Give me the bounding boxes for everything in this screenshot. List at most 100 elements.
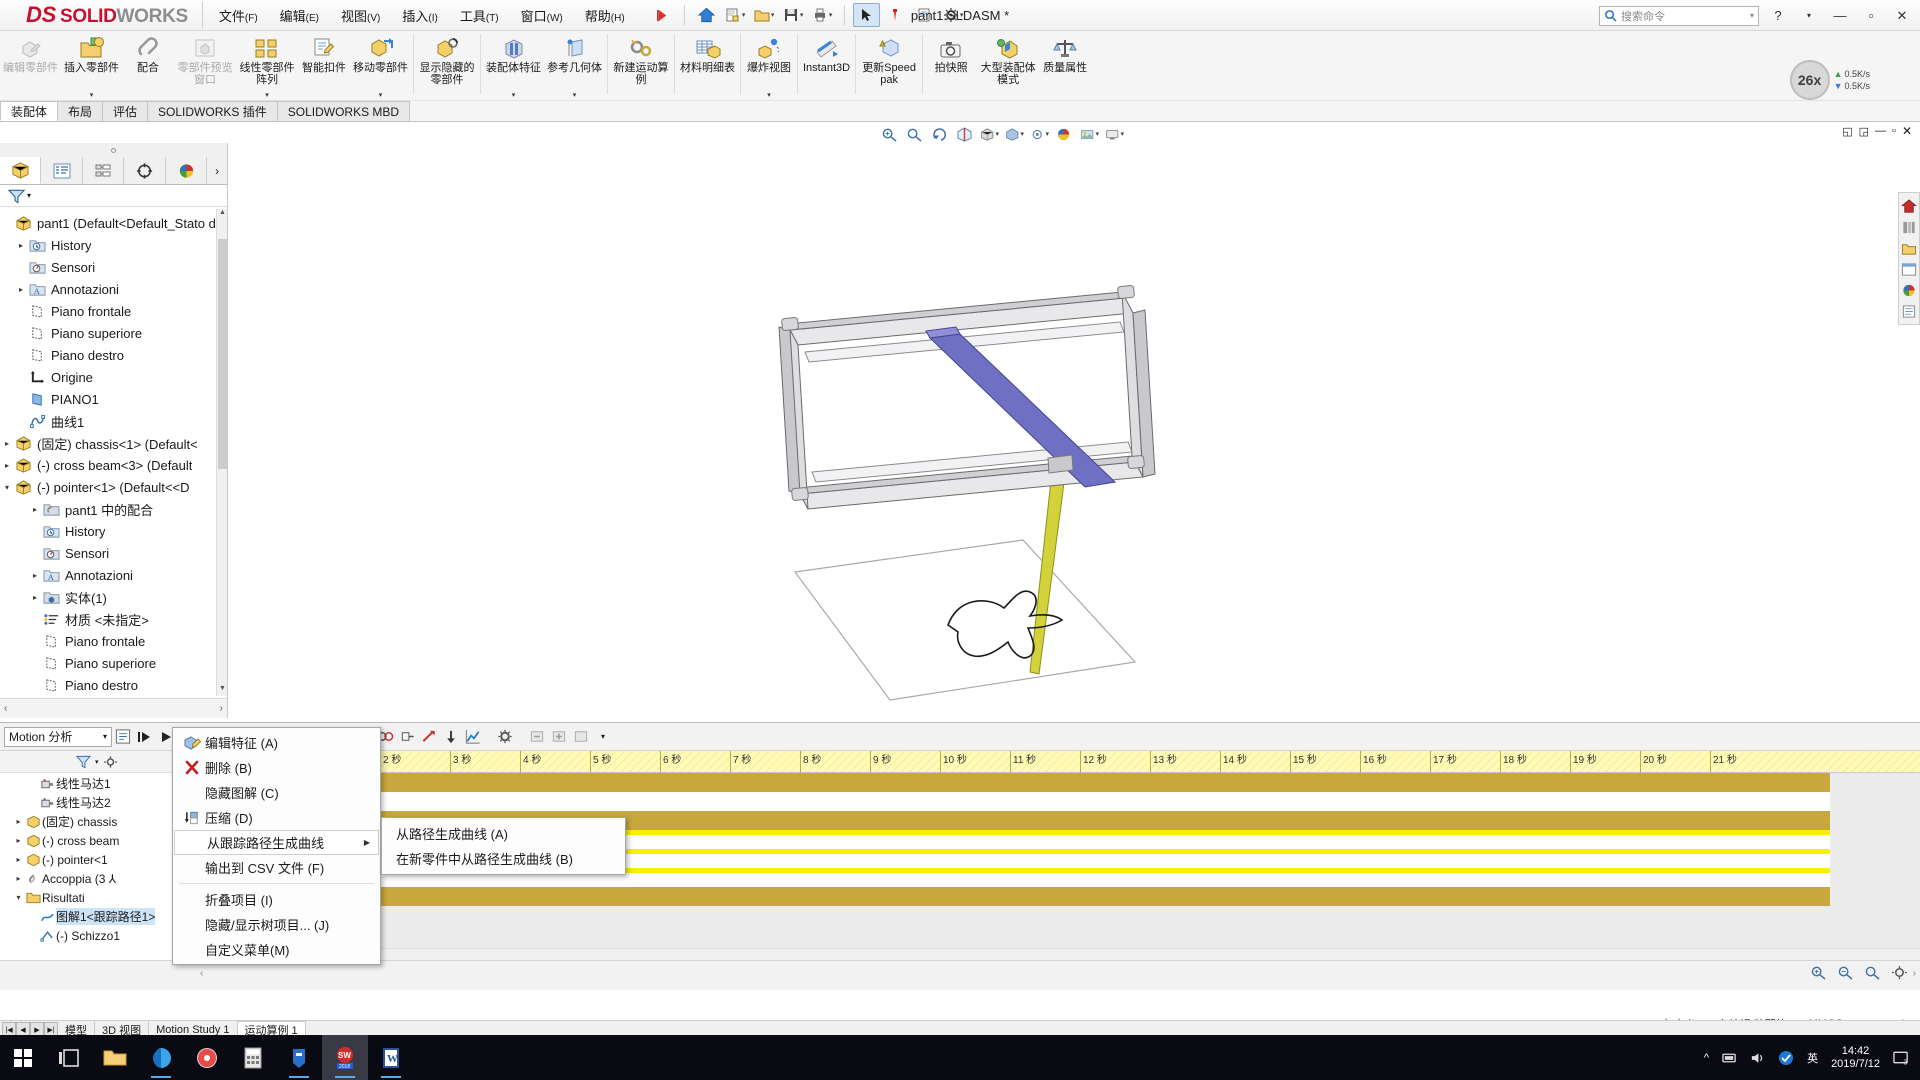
ribbon-mass-properties[interactable]: 质量属性 (1039, 31, 1091, 101)
motion-study-properties-icon[interactable] (494, 726, 516, 748)
media-icon[interactable] (184, 1035, 230, 1080)
expand-icon[interactable] (548, 726, 570, 748)
open-document-icon[interactable]: ▾ (751, 3, 778, 27)
timeline-horizontal-scrollbar[interactable] (240, 948, 1920, 960)
windows-start-icon[interactable] (0, 1035, 46, 1080)
new-home-icon[interactable] (693, 3, 720, 27)
more-tabs-chevron-icon[interactable]: › (207, 157, 227, 184)
scroll-thumb[interactable] (218, 239, 227, 469)
tree-expander[interactable]: ▸ (12, 817, 25, 826)
network-icon[interactable] (1722, 1051, 1737, 1065)
panel-resize-handle[interactable] (0, 143, 227, 157)
context-item-edit-feature[interactable]: 编辑特征 (A) (173, 730, 380, 755)
zoom-out-timeline-icon[interactable] (1837, 965, 1854, 980)
menu-insert[interactable]: 插入(I) (400, 4, 439, 27)
tree-expander[interactable]: ▸ (14, 241, 28, 250)
hscroll-left-icon[interactable]: ‹ (4, 703, 7, 714)
print-icon[interactable]: ▾ (809, 3, 836, 27)
tree-row-piano-destro-2[interactable]: Piano destro (0, 674, 217, 696)
tree-row-curve1[interactable]: 曲线1 (0, 410, 217, 432)
ribbon-move-component[interactable]: 移动零部件 ▾ (350, 31, 411, 101)
select-arrow-icon[interactable] (853, 3, 880, 27)
appearances-icon[interactable] (1899, 280, 1919, 300)
ribbon-mate[interactable]: 配合 (122, 31, 174, 101)
context-item-hide-plot[interactable]: 隐藏图解 (C) (173, 780, 380, 805)
help-dropdown-button[interactable]: ▾ (1797, 4, 1821, 28)
calculator-icon[interactable] (230, 1035, 276, 1080)
context-submenu[interactable]: 从路径生成曲线 (A) 在新零件中从路径生成曲线 (B) (381, 817, 626, 875)
tree-expander[interactable]: ▸ (14, 285, 28, 294)
feature-manager-tab[interactable] (0, 157, 41, 184)
chevron-down-icon[interactable]: ▾ (771, 11, 775, 19)
maximize-button[interactable]: ▫ (1859, 4, 1883, 28)
tree-row-pointer[interactable]: ▾ (-) pointer<1> (Default<<D (0, 476, 217, 498)
tab-assembly[interactable]: 装配体 (0, 101, 58, 121)
ribbon-component-preview[interactable]: 零部件预览窗口 (174, 31, 236, 101)
word-icon[interactable]: W (368, 1035, 414, 1080)
design-library-icon[interactable] (1899, 217, 1919, 237)
close-button[interactable]: ✕ (1890, 4, 1914, 28)
track-mates[interactable] (240, 887, 1830, 906)
context-item-customize-menu[interactable]: 自定义菜单(M) (173, 937, 380, 962)
tree-row-annotazioni[interactable]: ▸ A Annotazioni (0, 278, 217, 300)
ribbon-edit-component[interactable]: 编辑零部件 (0, 31, 61, 101)
ribbon-assembly-feature[interactable]: 装配体特征 ▾ (483, 31, 544, 101)
tree-row-piano-destro[interactable]: Piano destro (0, 344, 217, 366)
tree-row-history-2[interactable]: History (0, 520, 217, 542)
tree-row-annotazioni-2[interactable]: ▸ A Annotazioni (0, 564, 217, 586)
tree-row-sensori-2[interactable]: Sensori (0, 542, 217, 564)
tab-solidworks-mbd[interactable]: SOLIDWORKS MBD (277, 101, 410, 121)
ribbon-update-speedpak[interactable]: ! 更新Speedpak (858, 31, 920, 101)
tree-row-solid-bodies[interactable]: ▸ 实体(1) (0, 586, 217, 608)
menu-help[interactable]: 帮助(H) (583, 4, 627, 27)
context-item-suppress[interactable]: 压缩 (D) (173, 805, 380, 830)
file-explorer-icon[interactable] (92, 1035, 138, 1080)
context-item-collapse-items[interactable]: 折叠项目 (I) (173, 887, 380, 912)
tree-expander[interactable]: ▸ (28, 571, 42, 580)
configuration-manager-tab[interactable] (83, 157, 124, 184)
tree-row-sensori[interactable]: Sensori (0, 256, 217, 278)
show-hidden-icons-chevron[interactable]: ^ (1704, 1052, 1709, 1064)
ribbon-bill-of-materials[interactable]: 材料明细表 (677, 31, 738, 101)
damper-icon[interactable] (396, 726, 418, 748)
ribbon-exploded-view[interactable]: 爆炸视图 ▾ (743, 31, 795, 101)
chevron-down-icon[interactable]: ▾ (103, 732, 107, 741)
search-input[interactable]: 搜索命令 ▾ (1599, 6, 1759, 26)
taskbar-clock[interactable]: 14:42 2019/7/12 (1831, 1045, 1880, 1071)
tree-expander[interactable]: ▾ (12, 893, 25, 902)
rebuild-icon[interactable] (882, 3, 909, 27)
ribbon-reference-geometry[interactable]: 参考几何体 ▾ (544, 31, 605, 101)
minimize-button[interactable]: — (1828, 4, 1852, 28)
ribbon-instant3d[interactable]: Instant3D (800, 31, 853, 101)
tree-expander[interactable]: ▸ (0, 439, 14, 448)
tree-row-piano-frontale[interactable]: Piano frontale (0, 300, 217, 322)
help-button[interactable]: ? (1766, 4, 1790, 28)
context-menu[interactable]: 编辑特征 (A) 删除 (B) 隐藏图解 (C) 压缩 (D) 从跟踪路径生成曲… (172, 727, 381, 965)
force-icon[interactable] (418, 726, 440, 748)
tree-row-piano1[interactable]: PIANO1 (0, 388, 217, 410)
track-motor-1[interactable] (240, 773, 1830, 792)
tree-row-mates-in-pant1[interactable]: ▸ pant1 中的配合 (0, 498, 217, 520)
tree-expander[interactable]: ▸ (12, 874, 25, 883)
ribbon-snapshot[interactable]: 拍快照 (925, 31, 977, 101)
feature-tree-scrollbar[interactable]: ▲ ▼ (216, 209, 227, 696)
filter-icon[interactable] (76, 755, 91, 769)
gravity-icon[interactable] (440, 726, 462, 748)
dimxpert-manager-tab[interactable] (124, 157, 165, 184)
ribbon-new-motion-study[interactable]: 新建运动算例 (610, 31, 672, 101)
chevron-down-icon[interactable]: ▾ (829, 11, 833, 19)
search-chevron-icon[interactable]: ▾ (1750, 11, 1754, 20)
new-document-icon[interactable]: ▾ (722, 3, 749, 27)
tree-row-piano-superiore[interactable]: Piano superiore (0, 322, 217, 344)
tab-solidworks-addins[interactable]: SOLIDWORKS 插件 (147, 101, 278, 121)
menu-view[interactable]: 视图(V) (339, 4, 382, 27)
tree-row-piano-superiore-2[interactable]: Piano superiore (0, 652, 217, 674)
solidworks-2018-icon[interactable]: SW2018 (322, 1035, 368, 1080)
timeline-scroll-left-icon[interactable]: ‹ (200, 968, 203, 979)
tree-row-history[interactable]: ▸ History (0, 234, 217, 256)
tree-row-material[interactable]: 材质 <未指定> (0, 608, 217, 630)
chevron-down-icon[interactable]: ▾ (767, 91, 771, 101)
tree-settings-icon[interactable] (103, 755, 118, 769)
tree-expander[interactable]: ▸ (28, 593, 42, 602)
task-view-icon[interactable] (46, 1035, 92, 1080)
